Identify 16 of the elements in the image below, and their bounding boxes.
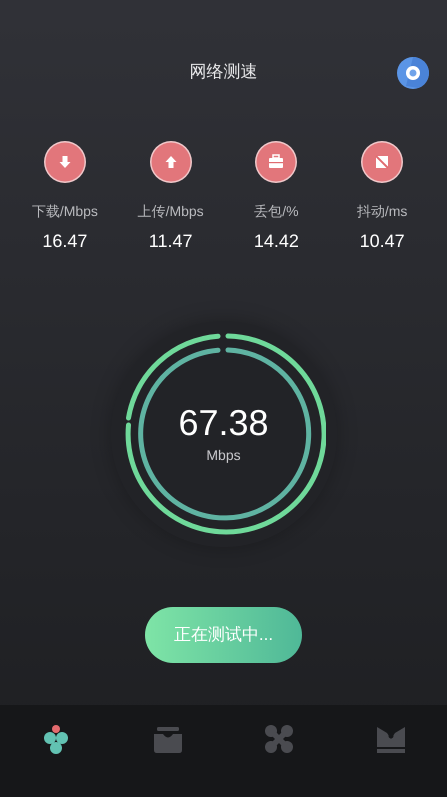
download-icon [42,140,87,184]
stat-value: 16.47 [42,230,88,253]
cross-tab-icon[interactable] [263,723,296,755]
stat-value: 11.47 [148,230,192,253]
speed-unit: Mbps [206,446,241,465]
stat-label: 上传/Mbps [138,202,204,221]
upload-icon [148,140,193,184]
testing-button[interactable]: 正在测试中... [145,607,302,663]
stat-label: 下载/Mbps [32,202,98,221]
page-title: 网络测速 [190,60,258,82]
stat-value: 10.47 [360,230,405,253]
speed-value: 67.38 [178,402,269,442]
stat-label: 抖动/ms [356,202,408,221]
stat-value: 14.42 [254,230,299,253]
circle-icon[interactable] [396,56,430,90]
stat-label: 丢包/% [254,202,299,221]
